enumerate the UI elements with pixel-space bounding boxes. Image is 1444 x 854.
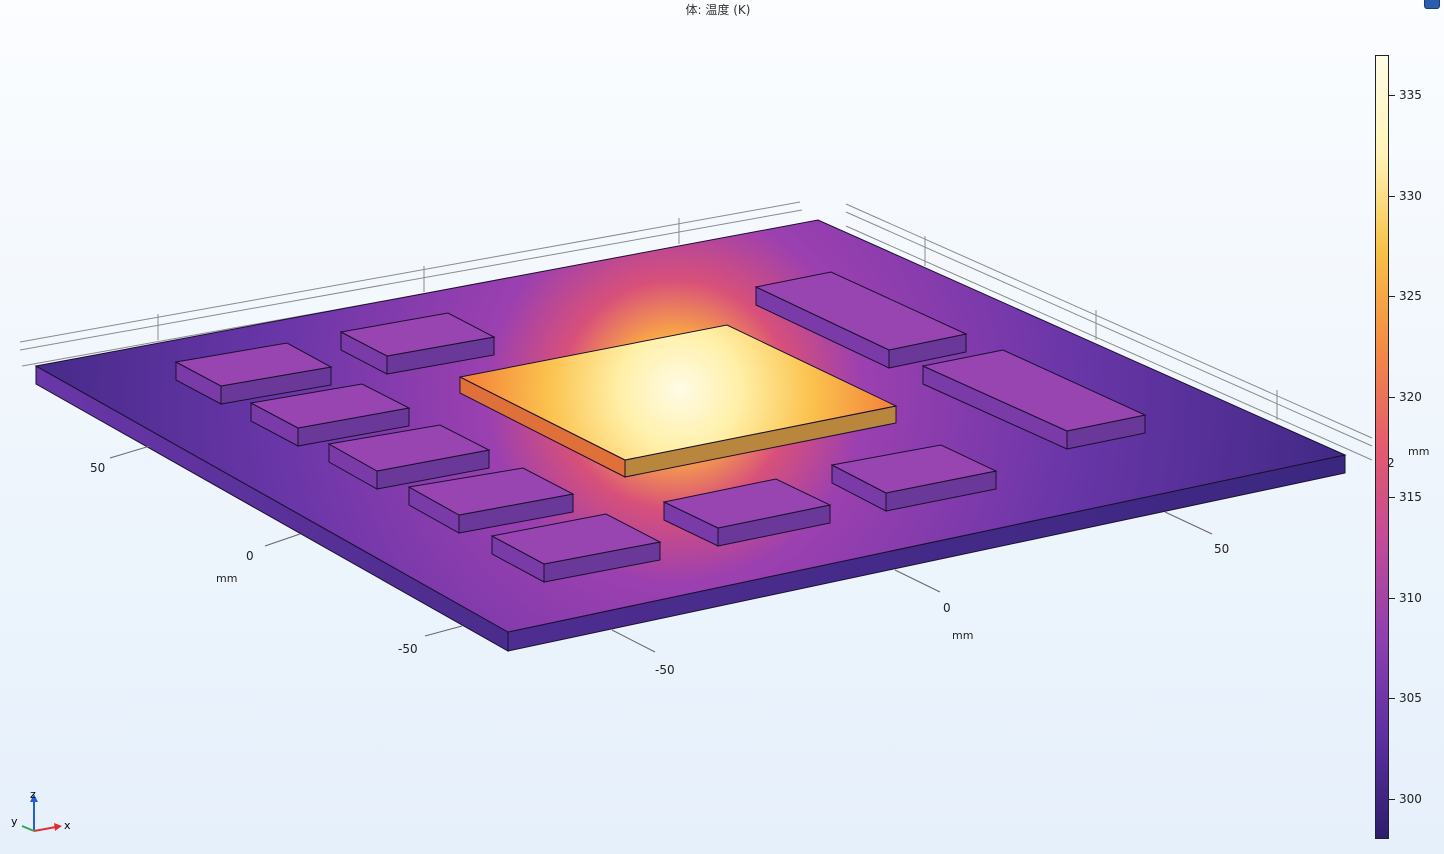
legend-tick-label: 320 bbox=[1399, 389, 1422, 404]
left-tick-50: 50 bbox=[90, 461, 105, 475]
legend-tick-label: 305 bbox=[1399, 691, 1422, 706]
legend-tick-mark bbox=[1389, 95, 1395, 97]
legend-tick-mark bbox=[1389, 195, 1395, 197]
triad-x-label: x bbox=[64, 819, 71, 832]
right-tick-50: 50 bbox=[1214, 542, 1229, 556]
legend-tick-label: 300 bbox=[1399, 791, 1422, 806]
color-legend-bar bbox=[1375, 55, 1389, 839]
legend-tick-mark bbox=[1389, 698, 1395, 700]
legend-tick-label: 315 bbox=[1399, 490, 1422, 505]
legend-tick-mark bbox=[1389, 296, 1395, 298]
left-axis-unit: mm bbox=[216, 572, 237, 585]
legend-tick-mark bbox=[1389, 597, 1395, 599]
axis-orientation-triad: z x y bbox=[11, 788, 71, 832]
legend-tick-label: 310 bbox=[1399, 590, 1422, 605]
triad-z-label: z bbox=[30, 788, 36, 801]
right-tick-minus-50: -50 bbox=[655, 663, 675, 677]
3d-view[interactable]: 50 0 mm -50 -50 0 mm 50 2 mm bbox=[0, 0, 1444, 854]
legend-tick-mark bbox=[1389, 798, 1395, 800]
legend-tick-mark bbox=[1389, 497, 1395, 499]
legend-tick-label: 335 bbox=[1399, 88, 1422, 103]
triad-y-label: y bbox=[11, 815, 18, 828]
legend-tick-mark bbox=[1389, 396, 1395, 398]
legend-tick-label: 330 bbox=[1399, 188, 1422, 203]
left-tick-0: 0 bbox=[246, 549, 254, 563]
left-tick-minus-50: -50 bbox=[398, 642, 418, 656]
color-legend-labels: 300 305 310 315 320 325 330 335 bbox=[1389, 55, 1444, 839]
right-axis-unit: mm bbox=[952, 629, 973, 642]
legend-tick-label: 325 bbox=[1399, 289, 1422, 304]
right-tick-0: 0 bbox=[943, 601, 951, 615]
